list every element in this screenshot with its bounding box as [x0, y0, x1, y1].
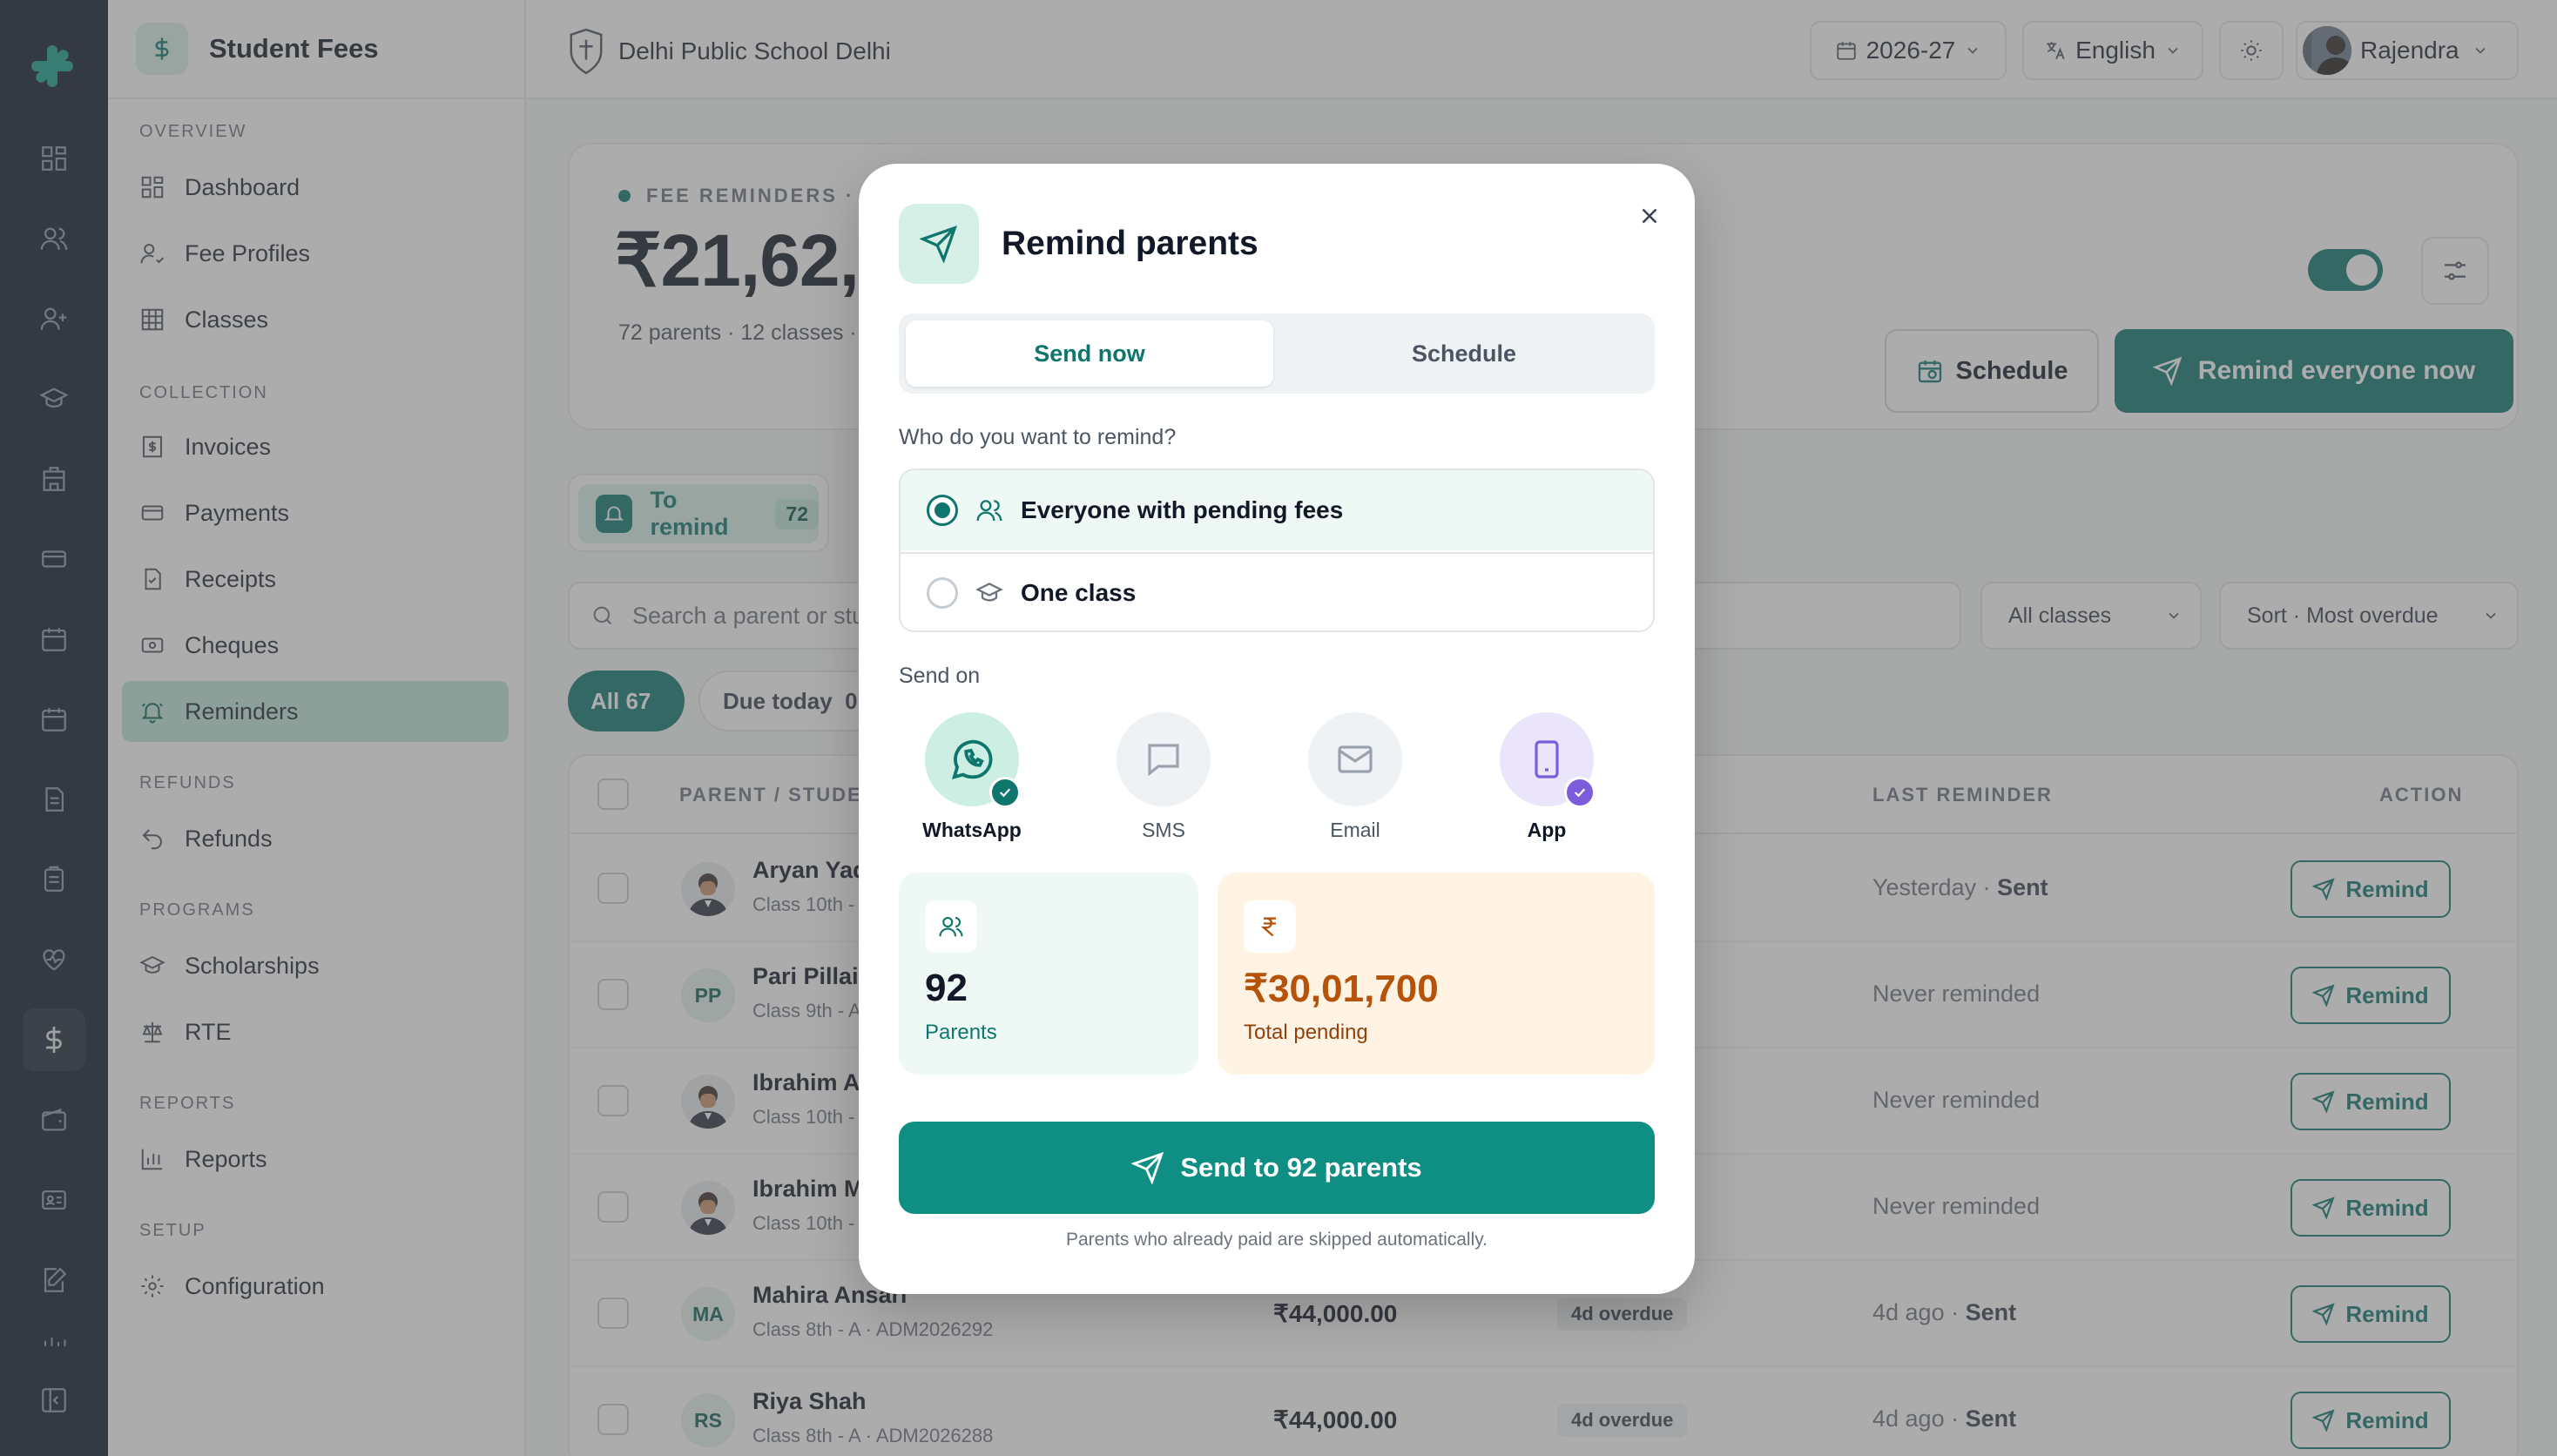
tab-schedule[interactable]: Schedule [1280, 320, 1648, 387]
smartphone-icon [1500, 712, 1596, 808]
graduation-cap-icon [975, 583, 1003, 602]
total-pending-label: Total pending [1244, 1021, 1368, 1044]
tab-send-now[interactable]: Send now [906, 320, 1273, 387]
audience-question: Who do you want to remind? [899, 425, 1177, 449]
radio-selected[interactable] [927, 495, 958, 526]
option-one-class[interactable]: One class [901, 552, 1653, 630]
users-icon [925, 900, 977, 953]
message-icon [1117, 712, 1211, 806]
channel-whatsapp[interactable]: WhatsApp [902, 712, 1042, 842]
send-icon [899, 204, 979, 284]
parents-count-card: 92 Parents [899, 873, 1198, 1075]
audience-options: Everyone with pending fees One class [899, 468, 1655, 632]
total-pending-card: ₹30,01,700 Total pending [1218, 873, 1655, 1075]
mail-icon [1308, 712, 1402, 806]
channel-app-label: App [1527, 819, 1567, 841]
send-on-label: Send on [899, 664, 981, 688]
remind-parents-dialog: Remind parents Send now Schedule Who do … [859, 164, 1695, 1294]
send-button-label: Send to 92 parents [1180, 1152, 1422, 1183]
option-everyone-pending[interactable]: Everyone with pending fees [901, 470, 1653, 550]
send-mode-tabs: Send now Schedule [899, 313, 1655, 394]
parents-count-label: Parents [925, 1021, 997, 1044]
channel-sms[interactable]: SMS [1094, 712, 1233, 842]
channel-whatsapp-label: WhatsApp [922, 819, 1022, 841]
send-icon [1131, 1151, 1164, 1184]
send-button[interactable]: Send to 92 parents [899, 1122, 1655, 1214]
option-one-class-label: One class [1021, 579, 1137, 606]
dialog-title: Remind parents [1002, 225, 1258, 262]
channel-email[interactable]: Email [1285, 712, 1425, 842]
total-pending-value: ₹30,01,700 [1244, 967, 1439, 1010]
channel-email-label: Email [1330, 819, 1380, 841]
radio-unselected[interactable] [927, 577, 958, 609]
check-icon [989, 777, 1021, 808]
users-icon [976, 500, 1002, 522]
option-everyone-label: Everyone with pending fees [1021, 496, 1344, 523]
rupee-icon [1244, 900, 1296, 953]
whatsapp-icon [925, 712, 1021, 808]
check-icon [1564, 777, 1596, 808]
channel-sms-label: SMS [1142, 819, 1185, 841]
close-icon[interactable] [1625, 192, 1674, 240]
parents-count-value: 92 [925, 967, 968, 1009]
channel-app[interactable]: App [1477, 712, 1616, 842]
skip-paid-note: Parents who already paid are skipped aut… [1065, 1230, 1488, 1250]
